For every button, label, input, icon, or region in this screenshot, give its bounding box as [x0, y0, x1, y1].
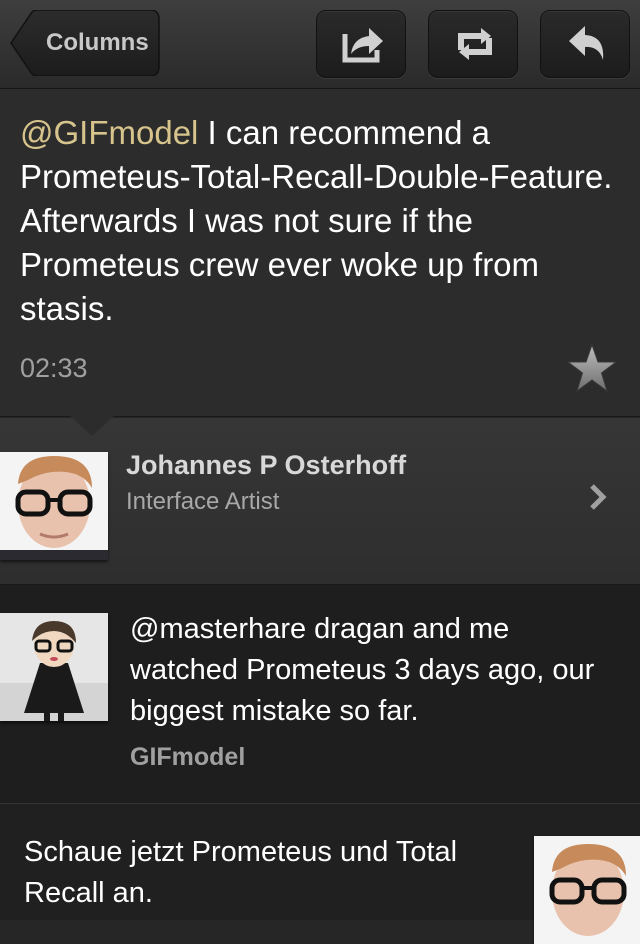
retweet-icon	[458, 28, 492, 60]
timeline-tweet[interactable]: Schaue jetzt Prometeus und Total Recall …	[0, 804, 640, 944]
reply-button[interactable]	[540, 10, 630, 78]
detail-pointer	[70, 416, 114, 436]
reply-icon	[569, 26, 604, 60]
gifmodel-avatar-image	[0, 613, 108, 721]
tweet-avatar	[534, 836, 640, 944]
author-avatar	[0, 452, 108, 560]
tweet-timestamp: 02:33	[20, 353, 88, 383]
author-avatar-image	[0, 452, 108, 560]
share-button[interactable]	[316, 10, 406, 78]
chevron-right-icon	[590, 484, 607, 510]
author-name: Johannes P Osterhoff	[126, 450, 407, 480]
timeline-tweet-username: GIFmodel	[130, 743, 246, 771]
columns-back-button[interactable]: Columns	[10, 10, 160, 76]
author-bio: Interface Artist	[126, 488, 280, 515]
timeline-tweet[interactable]: @masterhare dragan and me watched Promet…	[0, 585, 640, 804]
columns-back-label: Columns	[46, 29, 149, 56]
tweet-detail: @GIFmodel I can recommend a Prometeus-To…	[0, 89, 640, 417]
author-row[interactable]: Johannes P Osterhoff Interface Artist	[0, 418, 640, 585]
retweet-button[interactable]	[428, 10, 518, 78]
share-icon	[342, 28, 383, 63]
tweet-mention-link[interactable]: @GIFmodel	[20, 114, 198, 151]
star-icon[interactable]	[566, 343, 618, 395]
toolbar: Columns	[0, 0, 640, 89]
author-avatar-image	[534, 836, 640, 944]
timeline-tweet-text: Schaue jetzt Prometeus und Total Recall …	[24, 836, 458, 909]
timeline-tweet-text: @masterhare dragan and me watched Promet…	[130, 613, 595, 727]
tweet-avatar	[0, 613, 108, 721]
tweet-text: @GIFmodel I can recommend a Prometeus-To…	[20, 111, 620, 331]
